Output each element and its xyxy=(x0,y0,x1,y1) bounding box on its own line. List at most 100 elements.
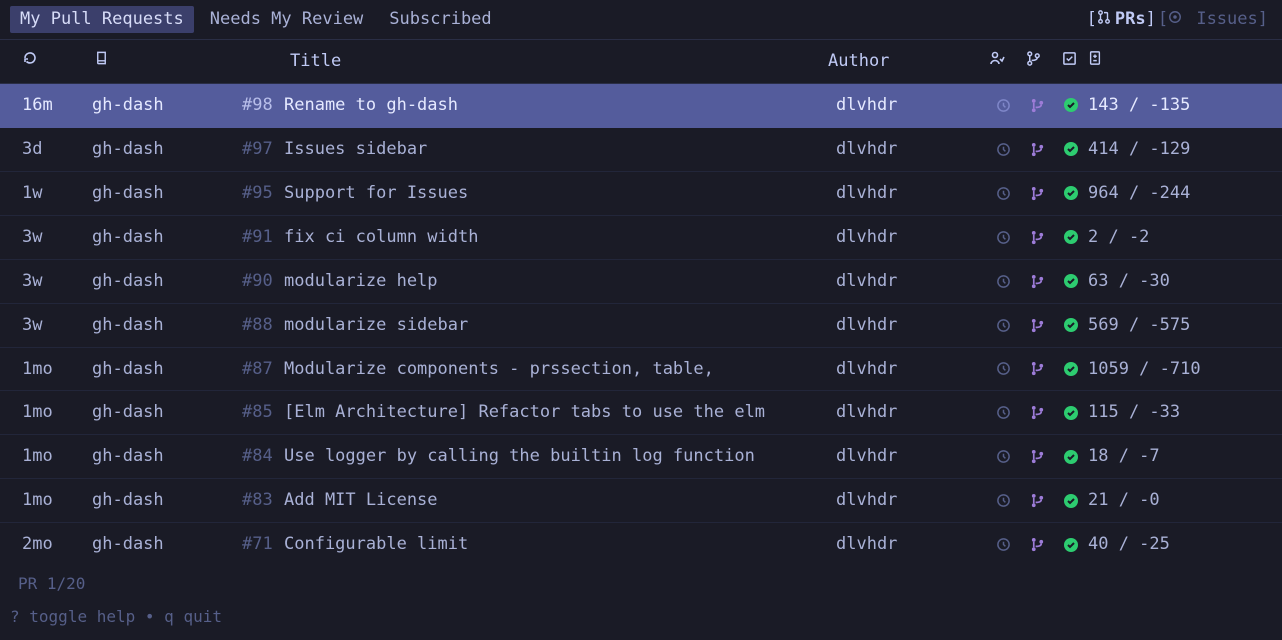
table-row[interactable]: 2mogh-dash#71Configurable limitdlvhdr 40 … xyxy=(0,523,1282,563)
branch-icon xyxy=(1020,405,1054,420)
cell-diff: 18 / -7 xyxy=(1088,445,1268,468)
cell-updated: 3w xyxy=(22,314,92,337)
cell-title: modularize sidebar xyxy=(284,314,836,337)
switch-prs-label: PRs xyxy=(1115,9,1146,29)
help-sep: • xyxy=(145,607,155,626)
cell-repo: gh-dash xyxy=(92,401,242,424)
cell-diff: 21 / -0 xyxy=(1088,489,1268,512)
branch-icon xyxy=(1020,98,1054,113)
table-row[interactable]: 3wgh-dash#91fix ci column widthdlvhdr 2 /… xyxy=(0,216,1282,260)
branch-icon xyxy=(1020,537,1054,552)
cell-number: #71 xyxy=(242,533,284,556)
col-header-author: Author xyxy=(828,50,978,73)
cell-title: Issues sidebar xyxy=(284,138,836,161)
check-circle-icon xyxy=(1054,229,1088,245)
cell-author: dlvhdr xyxy=(836,445,986,468)
help-toggle-key: ? xyxy=(10,607,20,626)
cell-author: dlvhdr xyxy=(836,182,986,205)
cell-number: #87 xyxy=(242,358,284,381)
table-row[interactable]: 1wgh-dash#95Support for Issuesdlvhdr964 … xyxy=(0,172,1282,216)
cell-title: Configurable limit xyxy=(284,533,836,556)
branch-icon xyxy=(1020,449,1054,464)
cell-number: #97 xyxy=(242,138,284,161)
cell-diff: 143 / -135 xyxy=(1088,94,1268,117)
cell-repo: gh-dash xyxy=(92,270,242,293)
cell-diff: 964 / -244 xyxy=(1088,182,1268,205)
cell-author: dlvhdr xyxy=(836,533,986,556)
cell-repo: gh-dash xyxy=(92,226,242,249)
cell-number: #85 xyxy=(242,401,284,424)
table-row[interactable]: 16mgh-dash#98Rename to gh-dashdlvhdr143 … xyxy=(0,84,1282,128)
col-header-title: Title xyxy=(290,50,826,73)
cell-diff: 40 / -25 xyxy=(1088,533,1268,556)
branch-icon xyxy=(1020,493,1054,508)
table-row[interactable]: 1mogh-dash#85[Elm Architecture] Refactor… xyxy=(0,391,1282,435)
cell-author: dlvhdr xyxy=(836,138,986,161)
clock-icon xyxy=(986,537,1020,552)
cell-diff: 63 / -30 xyxy=(1088,270,1268,293)
refresh-icon xyxy=(22,51,38,71)
cell-author: dlvhdr xyxy=(836,226,986,249)
table-row[interactable]: 1mogh-dash#87Modularize components - prs… xyxy=(0,348,1282,392)
view-switcher: [PRs] [ Issues] xyxy=(1087,8,1268,31)
issue-icon xyxy=(1168,8,1182,31)
cell-author: dlvhdr xyxy=(836,489,986,512)
clock-icon xyxy=(986,274,1020,289)
switch-issues-label: Issues xyxy=(1196,9,1257,29)
tab-subscribed[interactable]: Subscribed xyxy=(379,6,501,33)
cell-title: fix ci column width xyxy=(284,226,836,249)
cell-title: Rename to gh-dash xyxy=(284,94,836,117)
pr-table-body: 16mgh-dash#98Rename to gh-dashdlvhdr143 … xyxy=(0,84,1282,563)
table-row[interactable]: 3wgh-dash#88modularize sidebardlvhdr569 … xyxy=(0,304,1282,348)
section-tabs: My Pull Requests Needs My Review Subscri… xyxy=(10,6,502,33)
branch-icon xyxy=(1020,230,1054,245)
cell-title: [Elm Architecture] Refactor tabs to use … xyxy=(284,401,836,424)
table-row[interactable]: 1mogh-dash#83Add MIT Licensedlvhdr21 / -… xyxy=(0,479,1282,523)
tab-needs-my-review[interactable]: Needs My Review xyxy=(200,6,374,33)
cell-author: dlvhdr xyxy=(836,314,986,337)
cell-repo: gh-dash xyxy=(92,533,242,556)
table-row[interactable]: 1mogh-dash#84Use logger by calling the b… xyxy=(0,435,1282,479)
help-toggle-label: toggle help xyxy=(29,607,135,626)
cell-repo: gh-dash xyxy=(92,182,242,205)
check-circle-icon xyxy=(1054,449,1088,465)
cell-number: #91 xyxy=(242,226,284,249)
cell-repo: gh-dash xyxy=(92,445,242,468)
clock-icon xyxy=(986,318,1020,333)
check-circle-icon xyxy=(1054,141,1088,157)
cell-title: Modularize components - prssection, tabl… xyxy=(284,358,836,381)
cell-updated: 1mo xyxy=(22,445,92,468)
col-header-review xyxy=(980,50,1014,73)
cell-author: dlvhdr xyxy=(836,401,986,424)
cell-updated: 1w xyxy=(22,182,92,205)
branch-icon xyxy=(1026,50,1041,73)
cell-updated: 1mo xyxy=(22,489,92,512)
switch-prs[interactable]: [PRs] xyxy=(1087,8,1156,31)
table-row[interactable]: 3wgh-dash#90modularize helpdlvhdr63 / -3… xyxy=(0,260,1282,304)
branch-icon xyxy=(1020,142,1054,157)
cell-updated: 2mo xyxy=(22,533,92,556)
check-circle-icon xyxy=(1054,493,1088,509)
reviewer-icon xyxy=(989,50,1005,73)
repo-icon xyxy=(94,51,109,71)
clock-icon xyxy=(986,230,1020,245)
table-row[interactable]: 3dgh-dash#97Issues sidebardlvhdr414 / -1… xyxy=(0,128,1282,172)
cell-repo: gh-dash xyxy=(92,358,242,381)
clock-icon xyxy=(986,405,1020,420)
clock-icon xyxy=(986,361,1020,376)
cell-diff: 2 / -2 xyxy=(1088,226,1268,249)
cell-number: #88 xyxy=(242,314,284,337)
check-circle-icon xyxy=(1054,405,1088,421)
col-header-updated xyxy=(22,50,92,73)
switch-issues[interactable]: [ Issues] xyxy=(1158,8,1268,31)
cell-repo: gh-dash xyxy=(92,489,242,512)
cell-updated: 1mo xyxy=(22,401,92,424)
cell-diff: 1059 / -710 xyxy=(1088,358,1268,381)
cell-repo: gh-dash xyxy=(92,94,242,117)
cell-updated: 3w xyxy=(22,226,92,249)
help-bar: ? toggle help • q quit xyxy=(0,594,1282,640)
branch-icon xyxy=(1020,361,1054,376)
tab-my-pull-requests[interactable]: My Pull Requests xyxy=(10,6,194,33)
check-circle-icon xyxy=(1054,537,1088,553)
cell-diff: 414 / -129 xyxy=(1088,138,1268,161)
